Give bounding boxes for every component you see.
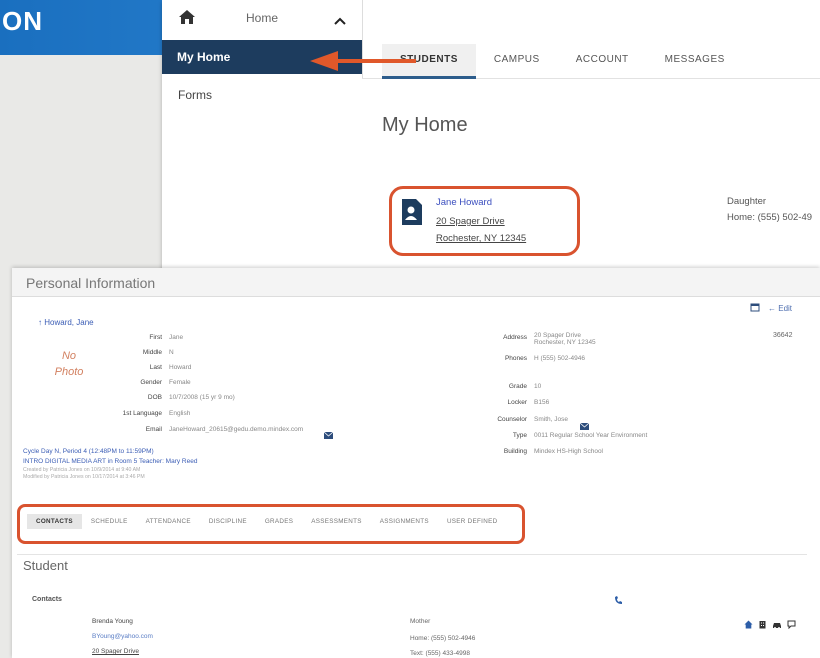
tab-discipline[interactable]: DISCIPLINE (200, 514, 256, 529)
no-photo-placeholder: No Photo (54, 350, 84, 378)
modified-note: Modified by Patricia Jones on 10/17/2014… (23, 474, 145, 480)
field-label: Type (512, 432, 527, 439)
field-value: 10/7/2008 (15 yr 9 mo) (169, 394, 235, 401)
edit-button[interactable]: ← Edit (768, 304, 792, 313)
field-label: First (149, 334, 162, 341)
contact-email[interactable]: BYoung@yahoo.com (92, 633, 153, 640)
top-tabs: STUDENTS CAMPUS ACCOUNT MESSAGES (382, 44, 743, 79)
tab-campus[interactable]: CAMPUS (476, 44, 558, 76)
student-relationship: Daughter (727, 196, 767, 207)
field-label: Phones (504, 355, 527, 362)
schedule-class[interactable]: INTRO DIGITAL MEDIA ART in Room 5 Teache… (23, 458, 197, 465)
contact-relationship: Mother (410, 618, 431, 625)
field-value: Howard (169, 364, 192, 371)
arrow-left-icon (310, 51, 416, 71)
field-label: Email (145, 426, 162, 433)
created-note: Created by Patricia Jones on 10/9/2014 a… (23, 467, 141, 473)
chat-icon[interactable] (787, 616, 796, 634)
field-value: H (555) 502-4946 (534, 355, 585, 362)
student-section-title: Student (23, 558, 68, 573)
banner-title: ON (2, 6, 43, 36)
contact-actions (744, 616, 796, 634)
field-label: 1st Language (122, 410, 162, 417)
calendar-icon[interactable] (750, 302, 760, 314)
personal-info-header: Personal Information (12, 268, 820, 297)
field-label: Grade (508, 383, 527, 390)
field-label: Counselor (497, 416, 527, 423)
field-value: Smith, Jose (534, 416, 568, 423)
tab-schedule[interactable]: SCHEDULE (82, 514, 137, 529)
car-icon[interactable] (772, 616, 782, 634)
field-label: Middle (142, 349, 162, 356)
tab-grades[interactable]: GRADES (256, 514, 302, 529)
field-value: Jane (169, 334, 184, 341)
tab-account[interactable]: ACCOUNT (558, 44, 647, 76)
edit-controls: ← Edit (750, 302, 792, 314)
field-value: Female (169, 379, 191, 386)
sidebar-item-home[interactable]: Home (162, 0, 362, 38)
field-label: Address (503, 334, 527, 341)
field-label: Locker (507, 399, 527, 406)
student-id-icon (401, 198, 423, 231)
home-icon (178, 9, 196, 30)
my-home-screen: Home My Home Forms STUDENTS CAMPUS ACCOU… (162, 0, 820, 272)
schedule-line: Cycle Day N, Period 4 (12:48PM to 11:59P… (23, 448, 154, 455)
field-value: English (169, 410, 191, 417)
phone-icon[interactable] (614, 592, 623, 610)
field-value: N (169, 349, 174, 356)
email-value[interactable]: JaneHoward_20615@gedu.demo.mindex.com (169, 426, 303, 433)
field-value: Mindex HS-High School (534, 448, 604, 455)
student-address-line2[interactable]: Rochester, NY 12345 (436, 233, 526, 244)
building-icon[interactable] (758, 616, 767, 634)
home-icon[interactable] (744, 616, 753, 634)
contact-name: Brenda Young (92, 618, 133, 625)
student-address-line1[interactable]: 20 Spager Drive (436, 216, 505, 227)
field-label: Building (503, 448, 527, 455)
student-tabs: CONTACTS SCHEDULE ATTENDANCE DISCIPLINE … (27, 514, 506, 529)
field-value: Rochester, NY 12345 (534, 339, 596, 346)
tab-attendance[interactable]: ATTENDANCE (137, 514, 200, 529)
contact-address[interactable]: 20 Spager Drive (92, 648, 139, 655)
mail-icon[interactable] (323, 426, 334, 444)
field-value: B156 (534, 399, 550, 406)
tab-assignments[interactable]: ASSIGNMENTS (371, 514, 438, 529)
contact-text-phone: Text: (555) 433-4998 (410, 650, 470, 657)
field-value: 10 (534, 383, 542, 390)
contacts-label: Contacts (32, 596, 62, 603)
field-label: Last (149, 364, 162, 371)
contact-home-phone: Home: (555) 502-4946 (410, 635, 476, 642)
field-label: Gender (140, 379, 162, 386)
tab-contacts[interactable]: CONTACTS (27, 514, 82, 529)
tab-messages[interactable]: MESSAGES (647, 44, 743, 76)
chevron-up-icon[interactable] (334, 12, 346, 30)
sidebar-item-label: My Home (177, 50, 231, 64)
field-label: DOB (147, 394, 162, 401)
sidebar-item-label: Home (245, 11, 278, 25)
student-id-number: 36642 (773, 332, 793, 339)
sidebar: Home My Home Forms (162, 0, 363, 272)
student-name-breadcrumb[interactable]: ↑ Howard, Jane (38, 318, 94, 327)
personal-information-screen: Personal Information ← Edit 36642 ↑ Howa… (12, 268, 820, 658)
sidebar-item-forms[interactable]: Forms (178, 88, 212, 102)
student-name-link[interactable]: Jane Howard (436, 197, 492, 208)
section-title: Personal Information (26, 275, 156, 291)
field-value: 20 Spager Drive (534, 332, 581, 339)
divider (17, 554, 807, 555)
field-value: 0011 Regular School Year Environment (534, 432, 648, 439)
page-title: My Home (382, 114, 468, 136)
tab-assessments[interactable]: ASSESSMENTS (302, 514, 371, 529)
tab-user-defined[interactable]: USER DEFINED (438, 514, 506, 529)
student-home-phone: Home: (555) 502-49 (727, 212, 813, 223)
